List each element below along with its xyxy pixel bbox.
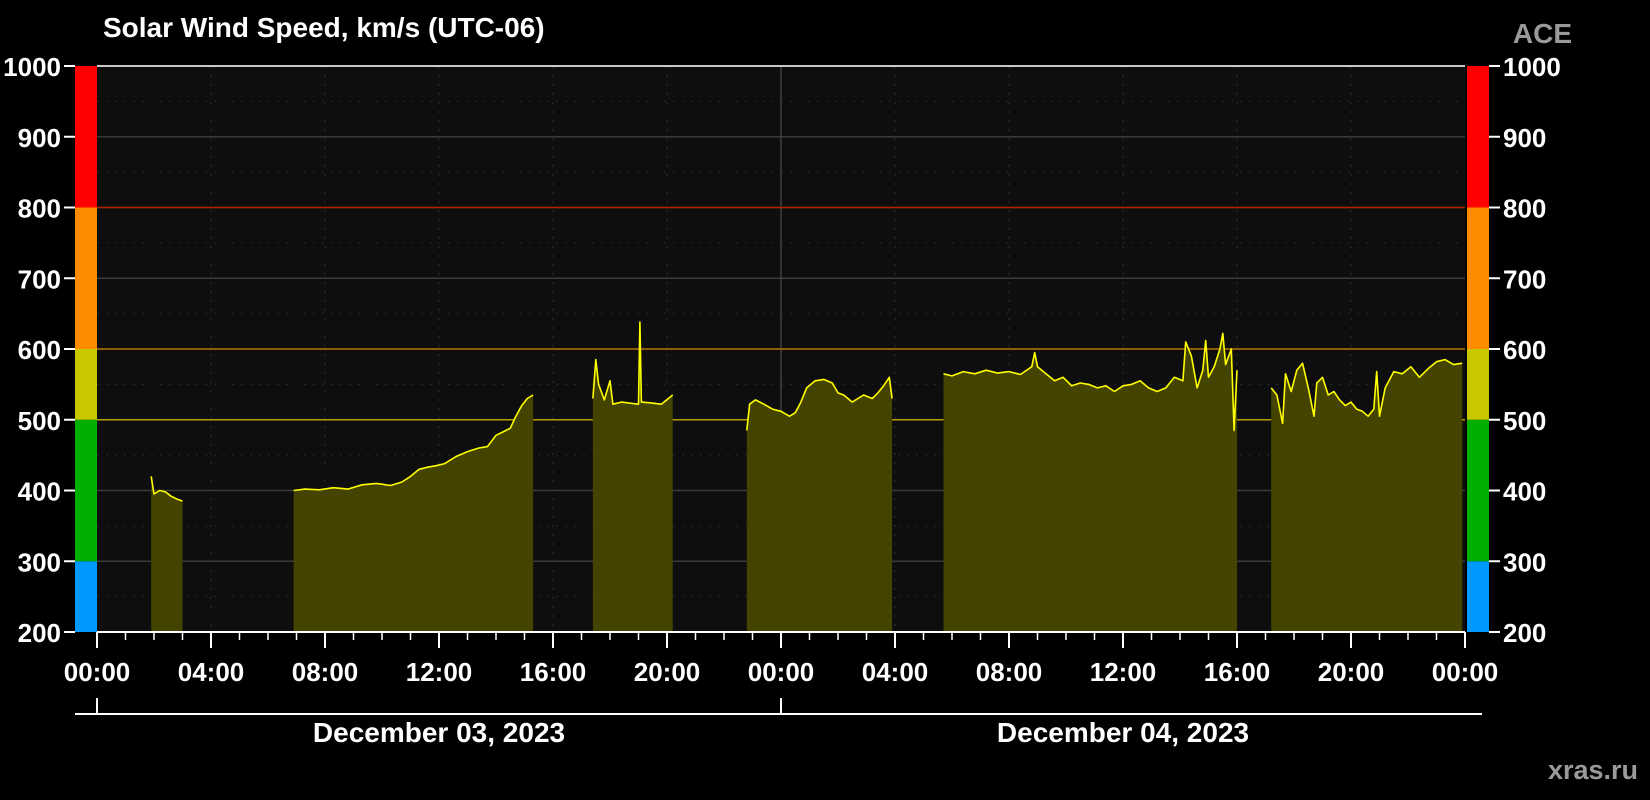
level-band-left-200 (75, 561, 97, 632)
x-tick-label-5: 20:00 (634, 657, 701, 687)
x-tick-label-0: 00:00 (64, 657, 131, 687)
x-tick-label-2: 08:00 (292, 657, 359, 687)
y-tick-right-600: 600 (1503, 335, 1546, 365)
y-tick-left-500: 500 (18, 406, 61, 436)
x-axis: 00:00 04:00 08:00 12:00 16:00 20:00 00:00 04:00… (64, 631, 1499, 687)
x-tick-label-3: 12:00 (406, 657, 473, 687)
date-label-0: December 03, 2023 (313, 717, 565, 748)
y-tick-right-400: 400 (1503, 477, 1546, 507)
y-tick-right-1000: 1000 (1503, 52, 1561, 82)
y-tick-left-300: 300 (18, 547, 61, 577)
level-bar-right (1467, 66, 1489, 632)
x-tick-label-1: 04:00 (178, 657, 245, 687)
level-band-right-500 (1467, 349, 1489, 420)
source-label: ACE (1512, 18, 1572, 49)
y-axis-right: 200 300 400 500 600 700 800 900 1000 (1489, 52, 1561, 648)
chart-title: Solar Wind Speed, km/s (UTC-06) (103, 12, 545, 43)
date-label-1: December 04, 2023 (997, 717, 1249, 748)
level-band-right-200 (1467, 561, 1489, 632)
y-tick-right-700: 700 (1503, 264, 1546, 294)
solar-wind-chart: 200 300 400 500 600 700 800 900 1000 200 300 400 50… (3, 52, 1561, 748)
y-tick-right-200: 200 (1503, 618, 1546, 648)
y-tick-right-900: 900 (1503, 123, 1546, 153)
level-band-left-500 (75, 349, 97, 420)
level-band-left-300 (75, 419, 97, 562)
level-band-right-600 (1467, 207, 1489, 349)
x-tick-label-4: 16:00 (520, 657, 587, 687)
level-band-left-600 (75, 207, 97, 349)
x-tick-label-10: 16:00 (1204, 657, 1271, 687)
level-band-right-300 (1467, 419, 1489, 562)
x-tick-label-11: 20:00 (1318, 657, 1385, 687)
date-axis: December 03, 2023 December 04, 2023 (75, 698, 1482, 748)
y-tick-left-200: 200 (18, 618, 61, 648)
level-band-left-800 (75, 66, 97, 208)
x-tick-label-7: 04:00 (862, 657, 929, 687)
x-tick-label-8: 08:00 (976, 657, 1043, 687)
y-tick-left-1000: 1000 (3, 52, 61, 82)
level-band-right-800 (1467, 66, 1489, 208)
y-tick-right-300: 300 (1503, 547, 1546, 577)
y-tick-left-800: 800 (18, 194, 61, 224)
y-axis-left: 200 300 400 500 600 700 800 900 1000 (3, 52, 75, 648)
x-tick-label-6: 00:00 (748, 657, 815, 687)
credit-label: xras.ru (1547, 755, 1638, 785)
y-tick-right-500: 500 (1503, 406, 1546, 436)
level-bar-left (75, 66, 97, 632)
y-tick-right-800: 800 (1503, 194, 1546, 224)
y-tick-left-600: 600 (18, 335, 61, 365)
y-tick-left-900: 900 (18, 123, 61, 153)
x-tick-label-12: 00:00 (1432, 657, 1499, 687)
speed-area-3 (746, 377, 893, 632)
y-tick-left-400: 400 (18, 477, 61, 507)
y-tick-left-700: 700 (18, 264, 61, 294)
x-tick-label-9: 12:00 (1090, 657, 1157, 687)
